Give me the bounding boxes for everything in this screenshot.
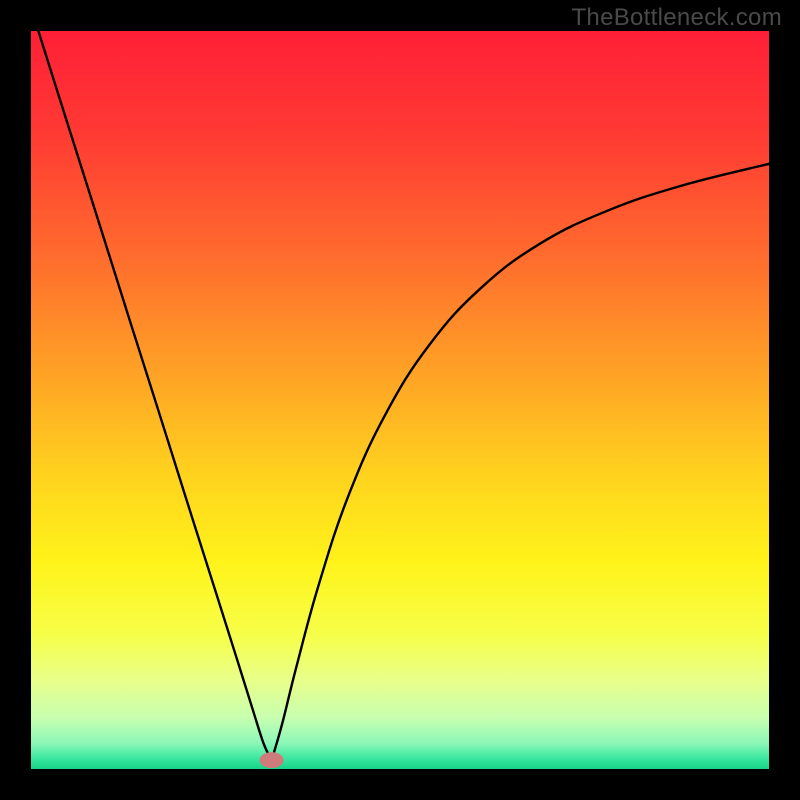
gradient-background [31, 31, 769, 769]
plot-area [31, 31, 769, 769]
chart-frame: TheBottleneck.com [0, 0, 800, 800]
optimum-marker [260, 752, 284, 768]
watermark-text: TheBottleneck.com [571, 4, 782, 32]
plot-svg [31, 31, 769, 769]
